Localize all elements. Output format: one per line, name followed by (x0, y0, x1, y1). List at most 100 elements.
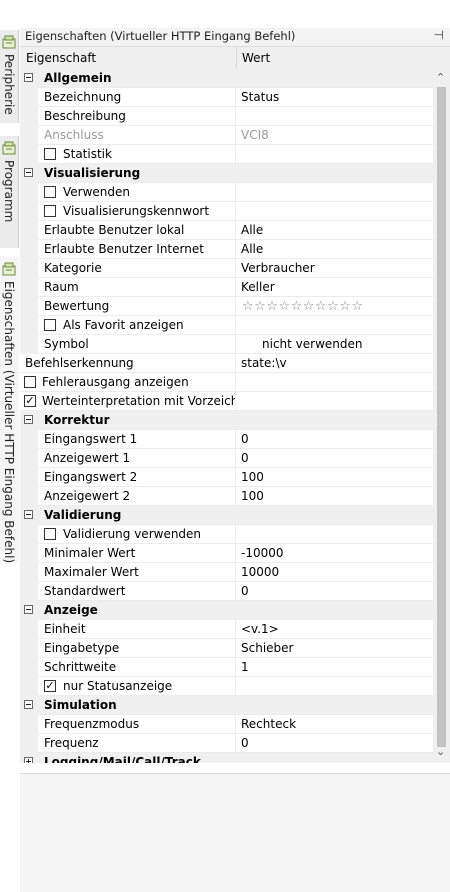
property-row[interactable]: Kategorie Verbraucher (20, 259, 433, 278)
category-row[interactable]: Allgemein (20, 69, 433, 88)
collapse-icon[interactable] (24, 415, 33, 424)
property-value-cell[interactable]: 0 (236, 582, 433, 601)
property-row[interactable]: Visualisierungskennwort (20, 202, 433, 221)
property-value-cell[interactable]: 10000 (236, 563, 433, 582)
property-row[interactable]: Anschluss VCI8 (20, 126, 433, 145)
property-value-cell[interactable] (236, 107, 433, 126)
property-value-cell[interactable] (236, 202, 433, 221)
property-name-cell[interactable]: Eingangswert 1 (38, 430, 236, 449)
property-name-cell[interactable]: Verwenden (38, 183, 236, 202)
property-row[interactable]: Minimaler Wert -10000 (20, 544, 433, 563)
category-row[interactable]: Korrektur (20, 411, 433, 430)
tab-eigenschaften[interactable]: Eigenschaften (Virtueller HTTP Eingang B… (0, 257, 19, 563)
property-name-cell[interactable]: Symbol (38, 335, 236, 354)
tab-programm[interactable]: Programm (0, 136, 19, 248)
property-name-cell[interactable]: Erlaubte Benutzer Internet (38, 240, 236, 259)
property-value-cell[interactable]: nicht verwenden (236, 335, 433, 354)
property-value-cell[interactable]: VCI8 (236, 126, 433, 145)
category-row[interactable]: Logging/Mail/Call/Track (20, 753, 433, 763)
property-name-cell[interactable]: Minimaler Wert (38, 544, 236, 563)
property-name-cell[interactable]: Standardwert (38, 582, 236, 601)
property-value-cell[interactable]: Schieber (236, 639, 433, 658)
rating-stars[interactable]: ☆☆☆☆☆☆☆☆☆☆ (242, 299, 364, 314)
property-value-cell[interactable]: Rechteck (236, 715, 433, 734)
checkbox[interactable] (44, 528, 56, 540)
tab-peripherie[interactable]: Peripherie (0, 30, 19, 123)
category-row[interactable]: Simulation (20, 696, 433, 715)
column-header-property[interactable]: Eigenschaft (26, 51, 96, 65)
property-row[interactable]: Bezeichnung Status (20, 88, 433, 107)
property-name-cell[interactable]: Bewertung (38, 297, 236, 316)
collapse-icon[interactable] (24, 510, 33, 519)
property-row[interactable]: Schrittweite 1 (20, 658, 433, 677)
property-value-cell[interactable] (236, 316, 433, 335)
property-row[interactable]: Beschreibung (20, 107, 433, 126)
property-value-cell[interactable] (236, 145, 433, 164)
checkbox[interactable]: ✓ (44, 680, 56, 692)
property-value-cell[interactable]: -10000 (236, 544, 433, 563)
property-name-cell[interactable]: Frequenzmodus (38, 715, 236, 734)
property-row[interactable]: Frequenzmodus Rechteck (20, 715, 433, 734)
category-row[interactable]: Anzeige (20, 601, 433, 620)
property-name-cell[interactable]: Eingabetype (38, 639, 236, 658)
property-name-cell[interactable]: Bezeichnung (38, 88, 236, 107)
property-name-cell[interactable]: Statistik (38, 145, 236, 164)
property-row[interactable]: Raum Keller (20, 278, 433, 297)
property-row[interactable]: Symbol nicht verwenden (20, 335, 433, 354)
property-value-cell[interactable]: 1 (236, 658, 433, 677)
checkbox[interactable]: ✓ (24, 395, 36, 407)
property-value-cell[interactable]: 0 (236, 734, 433, 753)
property-value-cell[interactable]: state:\v (236, 354, 433, 373)
pin-icon[interactable]: ⊣ (434, 28, 444, 42)
property-row[interactable]: Einheit <v.1> (20, 620, 433, 639)
scroll-down-icon[interactable]: ⌄ (436, 745, 445, 758)
property-value-cell[interactable]: <v.1> (236, 620, 433, 639)
property-name-cell[interactable]: ✓ nur Statusanzeige (38, 677, 236, 696)
property-name-cell[interactable]: Visualisierungskennwort (38, 202, 236, 221)
property-value-cell[interactable] (236, 392, 433, 411)
property-name-cell[interactable]: Kategorie (38, 259, 236, 278)
column-header-value[interactable]: Wert (242, 51, 270, 65)
property-value-cell[interactable]: Alle (236, 240, 433, 259)
property-name-cell[interactable]: Befehlserkennung (20, 354, 236, 373)
property-value-cell[interactable]: Verbraucher (236, 259, 433, 278)
checkbox[interactable] (44, 319, 56, 331)
property-row[interactable]: Statistik (20, 145, 433, 164)
property-row[interactable]: Fehlerausgang anzeigen (20, 373, 433, 392)
property-row[interactable]: Erlaubte Benutzer lokal Alle (20, 221, 433, 240)
property-row[interactable]: ✓ Werteinterpretation mit Vorzeichen (20, 392, 433, 411)
property-name-cell[interactable]: Fehlerausgang anzeigen (20, 373, 236, 392)
property-row[interactable]: Eingabetype Schieber (20, 639, 433, 658)
checkbox[interactable] (24, 376, 36, 388)
property-value-cell[interactable]: 0 (236, 449, 433, 468)
property-name-cell[interactable]: Einheit (38, 620, 236, 639)
property-name-cell[interactable]: Anzeigewert 2 (38, 487, 236, 506)
category-row[interactable]: Validierung (20, 506, 433, 525)
property-name-cell[interactable]: Anschluss (38, 126, 236, 145)
property-name-cell[interactable]: Schrittweite (38, 658, 236, 677)
property-name-cell[interactable]: ✓ Werteinterpretation mit Vorzeichen (20, 392, 236, 411)
collapse-icon[interactable] (24, 605, 33, 614)
checkbox[interactable] (44, 148, 56, 160)
property-row[interactable]: Anzeigewert 2 100 (20, 487, 433, 506)
property-value-cell[interactable]: 100 (236, 487, 433, 506)
property-row[interactable]: Frequenz 0 (20, 734, 433, 753)
property-name-cell[interactable]: Maximaler Wert (38, 563, 236, 582)
property-value-cell[interactable]: Keller (236, 278, 433, 297)
collapse-icon[interactable] (24, 168, 33, 177)
property-row[interactable]: ✓ nur Statusanzeige (20, 677, 433, 696)
property-name-cell[interactable]: Frequenz (38, 734, 236, 753)
collapse-icon[interactable] (24, 73, 33, 82)
property-name-cell[interactable]: Erlaubte Benutzer lokal (38, 221, 236, 240)
checkbox[interactable] (44, 186, 56, 198)
property-row[interactable]: Maximaler Wert 10000 (20, 563, 433, 582)
property-value-cell[interactable]: Status (236, 88, 433, 107)
property-value-cell[interactable]: 0 (236, 430, 433, 449)
property-name-cell[interactable]: Raum (38, 278, 236, 297)
category-row[interactable]: Visualisierung (20, 164, 433, 183)
property-value-cell[interactable] (236, 525, 433, 544)
collapse-icon[interactable] (24, 700, 33, 709)
property-value-cell[interactable] (236, 183, 433, 202)
property-name-cell[interactable]: Anzeigewert 1 (38, 449, 236, 468)
property-row[interactable]: Eingangswert 1 0 (20, 430, 433, 449)
